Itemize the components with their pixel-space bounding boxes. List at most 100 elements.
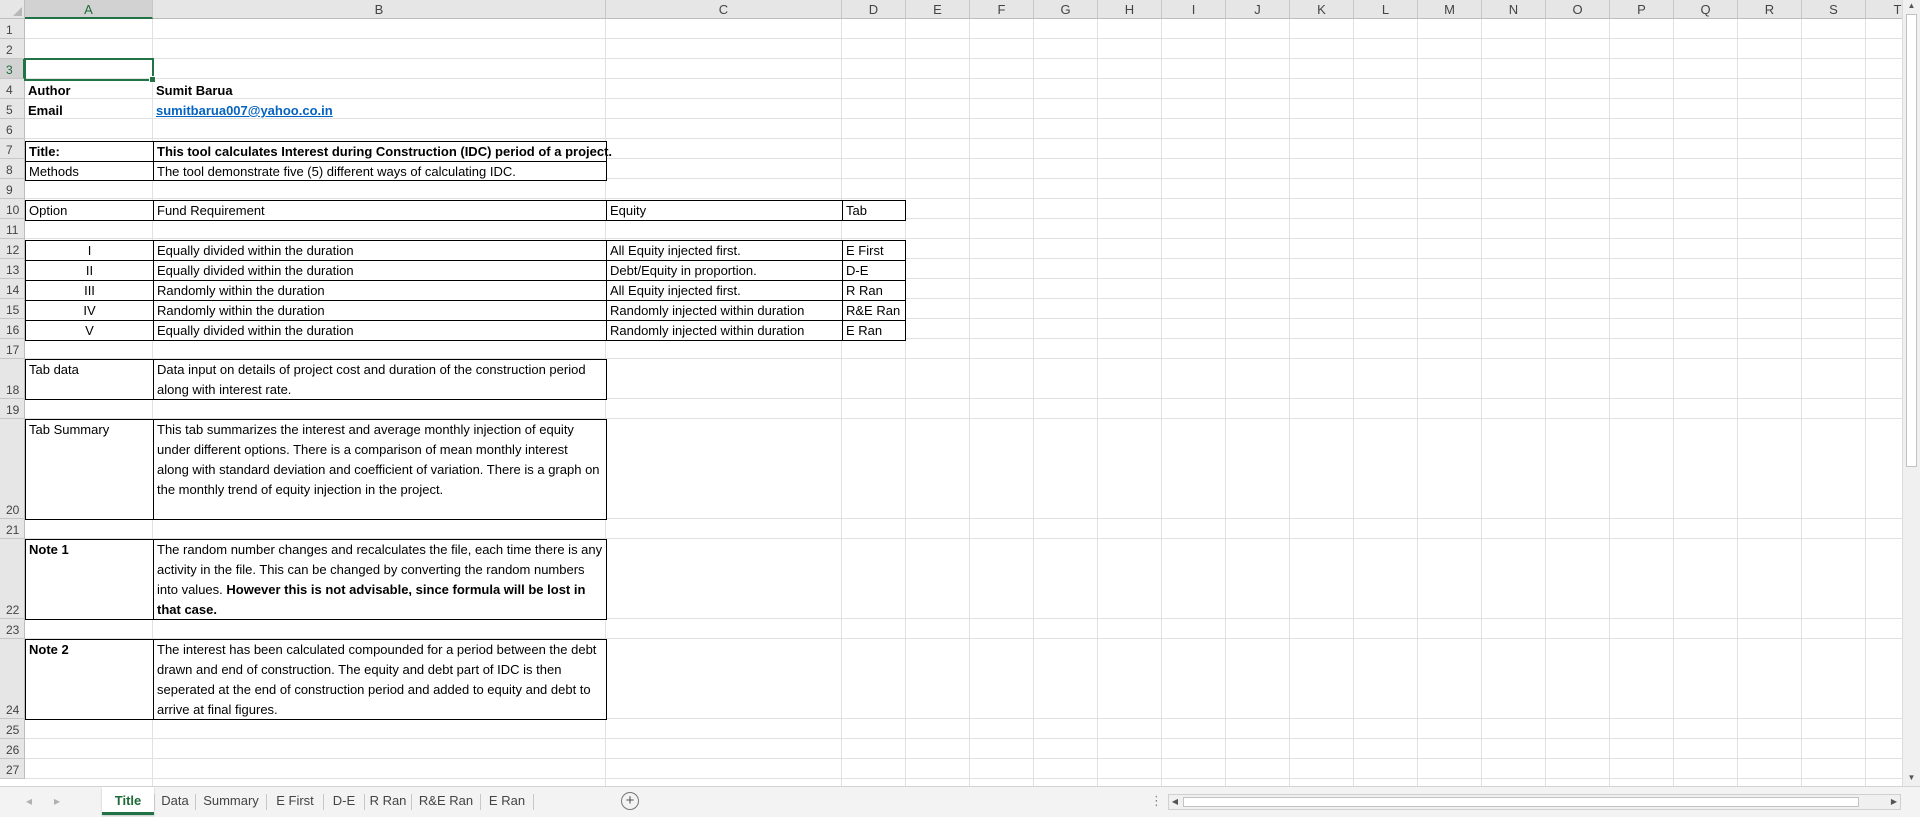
column-header-h[interactable]: H — [1098, 0, 1162, 19]
scroll-up-arrow-icon[interactable]: ▲ — [1903, 0, 1920, 12]
column-header-m[interactable]: M — [1418, 0, 1482, 19]
horizontal-scroll-thumb[interactable] — [1183, 797, 1859, 807]
option-number[interactable]: I — [25, 240, 154, 261]
note1-label[interactable]: Note 1 — [25, 539, 154, 620]
email-link[interactable]: sumitbarua007@yahoo.co.in — [153, 101, 403, 121]
row-header-5[interactable]: 5 — [0, 99, 25, 119]
title-label[interactable]: Title: — [25, 141, 154, 162]
tab-summary-label[interactable]: Tab Summary — [25, 419, 154, 520]
column-header-i[interactable]: I — [1162, 0, 1226, 19]
option-number[interactable]: III — [25, 280, 154, 301]
row-header-15[interactable]: 15 — [0, 299, 25, 319]
scroll-left-arrow-icon[interactable]: ◀ — [1169, 795, 1181, 809]
column-header-l[interactable]: L — [1354, 0, 1418, 19]
row-header-25[interactable]: 25 — [0, 719, 25, 739]
vertical-scroll-thumb[interactable] — [1906, 14, 1917, 467]
row-header-18[interactable]: 18 — [0, 359, 25, 399]
row-header-27[interactable]: 27 — [0, 759, 25, 779]
option-equity[interactable]: Debt/Equity in proportion. — [606, 260, 843, 281]
option-tab[interactable]: E Ran — [842, 320, 906, 341]
option-equity[interactable]: Randomly injected within duration — [606, 320, 843, 341]
select-all-corner[interactable] — [0, 0, 25, 19]
tab-summary-text[interactable]: This tab summarizes the interest and ave… — [153, 419, 607, 520]
vertical-scrollbar[interactable]: ▲ ▼ — [1902, 0, 1920, 786]
row-header-24[interactable]: 24 — [0, 639, 25, 719]
row-header-13[interactable]: 13 — [0, 259, 25, 279]
sheet-tab[interactable]: Title — [102, 787, 154, 815]
option-fund-requirement[interactable]: Equally divided within the duration — [153, 320, 607, 341]
sheet-tab[interactable]: E Ran — [481, 787, 533, 815]
row-header-19[interactable]: 19 — [0, 399, 25, 419]
row-header-12[interactable]: 12 — [0, 239, 25, 259]
previous-sheet-arrow-icon[interactable]: ◂ — [26, 794, 32, 808]
option-fund-requirement[interactable]: Randomly within the duration — [153, 300, 607, 321]
row-header-9[interactable]: 9 — [0, 179, 25, 199]
column-header-a[interactable]: A — [25, 0, 153, 19]
row-header-6[interactable]: 6 — [0, 119, 25, 139]
methods-value[interactable]: The tool demonstrate five (5) different … — [153, 161, 607, 181]
option-number[interactable]: V — [25, 320, 154, 341]
option-equity[interactable]: All Equity injected first. — [606, 280, 843, 301]
column-header-c[interactable]: C — [606, 0, 842, 19]
row-header-4[interactable]: 4 — [0, 79, 25, 99]
row-header-26[interactable]: 26 — [0, 739, 25, 759]
next-sheet-arrow-icon[interactable]: ▸ — [54, 794, 60, 808]
methods-label[interactable]: Methods — [25, 161, 154, 181]
add-sheet-icon[interactable]: + — [621, 792, 639, 810]
title-value[interactable]: This tool calculates Interest during Con… — [153, 141, 612, 162]
column-header-q[interactable]: Q — [1674, 0, 1738, 19]
option-tab[interactable]: D-E — [842, 260, 906, 281]
option-equity[interactable]: Randomly injected within duration — [606, 300, 843, 321]
column-header-j[interactable]: J — [1226, 0, 1290, 19]
header-option[interactable]: Option — [25, 200, 154, 221]
option-tab[interactable]: E First — [842, 240, 906, 261]
sheet-tab[interactable]: R Ran — [365, 787, 411, 815]
option-fund-requirement[interactable]: Randomly within the duration — [153, 280, 607, 301]
sheet-tab[interactable]: Data — [155, 787, 195, 815]
row-header-3[interactable]: 3 — [0, 59, 25, 79]
sheet-tab[interactable]: R&E Ran — [412, 787, 480, 815]
option-fund-requirement[interactable]: Equally divided within the duration — [153, 240, 607, 261]
option-tab[interactable]: R&E Ran — [842, 300, 906, 321]
row-header-22[interactable]: 22 — [0, 539, 25, 619]
sheet-tab[interactable]: E First — [267, 787, 323, 815]
row-header-17[interactable]: 17 — [0, 339, 25, 359]
column-header-b[interactable]: B — [153, 0, 606, 19]
column-header-n[interactable]: N — [1482, 0, 1546, 19]
note2-label[interactable]: Note 2 — [25, 639, 154, 720]
row-header-20[interactable]: 20 — [0, 419, 25, 519]
row-header-10[interactable]: 10 — [0, 199, 25, 219]
row-header-7[interactable]: 7 — [0, 139, 25, 159]
option-equity[interactable]: All Equity injected first. — [606, 240, 843, 261]
active-cell-selection[interactable] — [24, 58, 156, 83]
row-header-16[interactable]: 16 — [0, 319, 25, 339]
note2-text[interactable]: The interest has been calculated compoun… — [153, 639, 607, 720]
header-equity[interactable]: Equity — [606, 200, 843, 221]
author-value[interactable]: Sumit Barua — [153, 81, 353, 101]
spreadsheet-grid[interactable]: ABCDEFGHIJKLMNOPQRST 1 2 3 4 5 6 7 8 9 10 11 12 13 14… — [0, 0, 1920, 786]
horizontal-scrollbar[interactable]: ◀ ▶ — [1168, 794, 1901, 810]
option-number[interactable]: II — [25, 260, 154, 281]
row-header-2[interactable]: 2 — [0, 39, 25, 59]
column-header-o[interactable]: O — [1546, 0, 1610, 19]
column-header-e[interactable]: E — [906, 0, 970, 19]
column-header-s[interactable]: S — [1802, 0, 1866, 19]
option-tab[interactable]: R Ran — [842, 280, 906, 301]
tab-data-label[interactable]: Tab data — [25, 359, 154, 400]
scroll-right-arrow-icon[interactable]: ▶ — [1888, 795, 1900, 809]
column-header-p[interactable]: P — [1610, 0, 1674, 19]
tab-data-text[interactable]: Data input on details of project cost an… — [153, 359, 607, 400]
sheet-tab[interactable]: D-E — [324, 787, 364, 815]
tab-split-handle-icon[interactable]: ⋮ — [1150, 793, 1164, 809]
column-header-r[interactable]: R — [1738, 0, 1802, 19]
row-header-1[interactable]: 1 — [0, 19, 25, 39]
row-header-14[interactable]: 14 — [0, 279, 25, 299]
scroll-down-arrow-icon[interactable]: ▼ — [1903, 772, 1920, 784]
column-header-g[interactable]: G — [1034, 0, 1098, 19]
row-header-11[interactable]: 11 — [0, 219, 25, 239]
column-header-k[interactable]: K — [1290, 0, 1354, 19]
column-header-d[interactable]: D — [842, 0, 906, 19]
author-label[interactable]: Author — [25, 81, 153, 101]
note1-text[interactable]: The random number changes and recalculat… — [153, 539, 607, 620]
row-header-21[interactable]: 21 — [0, 519, 25, 539]
